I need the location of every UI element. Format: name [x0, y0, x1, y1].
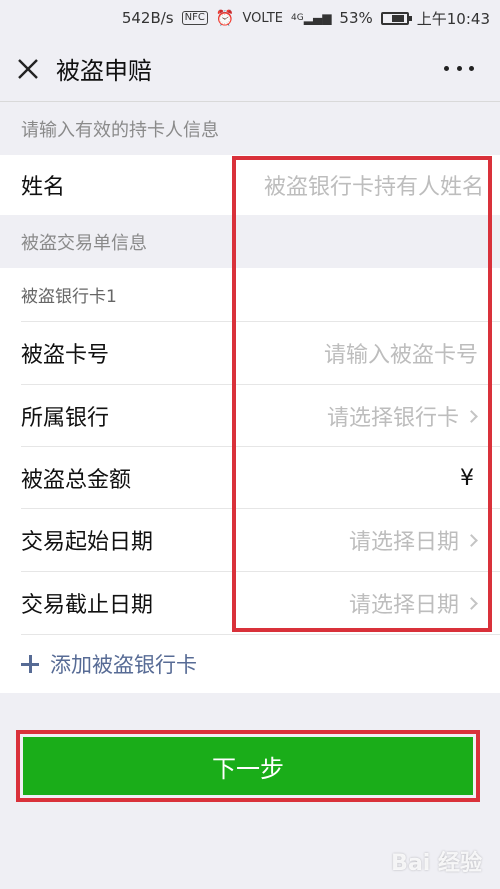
bank-select[interactable]: 请选择银行卡 — [327, 400, 478, 432]
card-number-row[interactable]: 被盗卡号 请输入被盗卡号 — [0, 322, 500, 384]
name-label: 姓名 — [21, 175, 66, 200]
start-date-row[interactable]: 交易起始日期 请选择日期 — [0, 509, 500, 571]
more-icon[interactable] — [444, 58, 474, 78]
chevron-right-icon — [465, 409, 478, 423]
chevron-right-icon — [465, 596, 478, 610]
end-date-select[interactable]: 请选择日期 — [349, 587, 478, 619]
amount-label: 被盗总金额 — [21, 468, 132, 493]
section-header-cardholder: 请输入有效的持卡人信息 — [21, 120, 219, 141]
bank-row[interactable]: 所属银行 请选择银行卡 — [0, 385, 500, 447]
page-title: 被盗申赔 — [56, 57, 152, 85]
volte-label: VOLTE — [242, 10, 284, 26]
section-header-transactions: 被盗交易单信息 — [21, 233, 147, 254]
signal-icon: 4G ▂▄▆ — [291, 11, 332, 25]
chevron-right-icon — [465, 533, 478, 547]
clock: 上午10:43 — [416, 9, 490, 28]
battery-icon — [380, 11, 412, 25]
amount-row[interactable]: 被盗总金额 ¥ — [0, 447, 500, 509]
next-button-highlight: 下一步 — [16, 730, 480, 802]
plus-icon — [21, 655, 39, 673]
start-date-label: 交易起始日期 — [21, 530, 154, 555]
card-subtitle: 被盗银行卡1 — [21, 287, 117, 307]
watermark-logo: Bai 经验 — [391, 851, 482, 876]
card-number-input[interactable]: 请输入被盗卡号 — [324, 337, 478, 369]
nfc-badge: NFC — [181, 11, 208, 25]
add-card-button[interactable]: 添加被盗银行卡 — [0, 635, 500, 693]
name-row[interactable]: 姓名 被盗银行卡持有人姓名 — [0, 155, 500, 215]
nav-bar: 被盗申赔 — [0, 36, 500, 102]
card-number-label: 被盗卡号 — [21, 343, 110, 368]
battery-percent: 53% — [339, 9, 373, 27]
amount-input[interactable]: ¥ — [460, 466, 474, 491]
alarm-icon: ⏰ — [215, 9, 235, 27]
end-date-label: 交易截止日期 — [21, 593, 154, 618]
close-icon[interactable] — [0, 36, 56, 102]
end-date-row[interactable]: 交易截止日期 请选择日期 — [0, 572, 500, 634]
next-button[interactable]: 下一步 — [23, 737, 473, 795]
name-input[interactable]: 被盗银行卡持有人姓名 — [264, 169, 484, 201]
start-date-select[interactable]: 请选择日期 — [349, 524, 478, 556]
network-speed: 542B/s — [121, 9, 174, 27]
bank-label: 所属银行 — [21, 406, 110, 431]
status-bar: 542B/s NFC ⏰ VOLTE 4G ▂▄▆ 53% 上午10:43 — [0, 0, 500, 36]
add-card-label: 添加被盗银行卡 — [50, 653, 197, 677]
